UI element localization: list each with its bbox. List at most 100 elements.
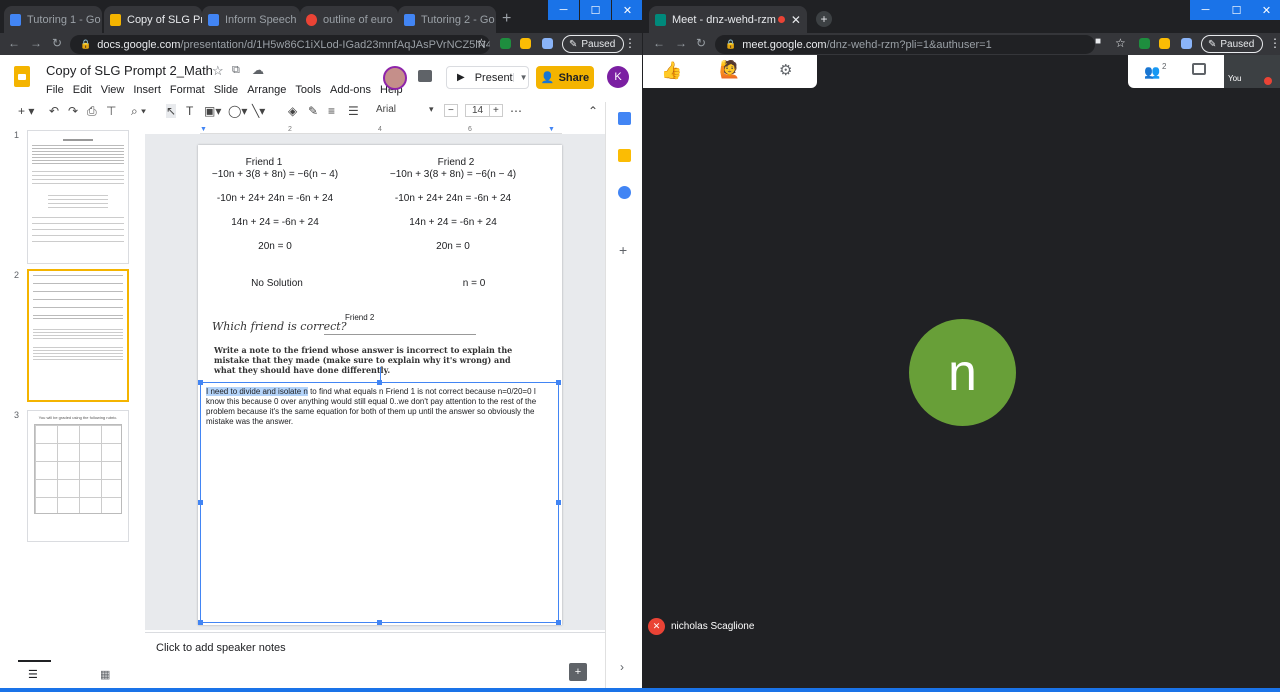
minimize-button[interactable]: ─ (548, 0, 579, 20)
raise-hand-icon[interactable]: 🙋 (719, 60, 740, 80)
select-icon[interactable]: ↖ (166, 104, 177, 118)
paused-button[interactable]: ✎ Paused (562, 35, 625, 53)
more-icon[interactable]: ⋯ (510, 104, 522, 118)
back-icon[interactable]: ← (8, 36, 20, 50)
puzzle-icon[interactable] (542, 38, 553, 49)
chevron-down-icon[interactable]: ▼ (512, 73, 528, 82)
menu-file[interactable]: File (46, 84, 64, 96)
font-size-decrease-button[interactable]: − (444, 104, 458, 117)
grid-view-icon[interactable]: ▦ (100, 668, 110, 681)
maximize-button[interactable]: ☐ (580, 0, 611, 20)
reload-icon[interactable]: ↻ (52, 36, 62, 50)
print-icon[interactable]: ⎙ (87, 104, 97, 119)
extension-icon[interactable] (1139, 38, 1150, 49)
slide-thumbnail-3[interactable]: You will be graded using the following r… (27, 410, 129, 542)
account-avatar[interactable]: K (607, 66, 629, 88)
font-size-field[interactable]: 14 (465, 104, 491, 117)
menu-addons[interactable]: Add-ons (330, 84, 371, 96)
present-button[interactable]: ▶ Present ▼ (446, 66, 529, 89)
chevron-right-icon[interactable]: › (620, 660, 624, 674)
explore-icon[interactable]: + (569, 663, 587, 681)
thumbs-up-icon[interactable]: 👍 (661, 61, 682, 81)
back-icon[interactable]: ← (653, 36, 665, 50)
image-icon[interactable]: ▣▾ (204, 104, 221, 118)
minimize-button[interactable]: ─ (1190, 0, 1221, 20)
self-view-tile[interactable]: You (1224, 55, 1280, 88)
calendar-icon[interactable] (618, 112, 631, 125)
border-color-icon[interactable]: ✎ (308, 104, 318, 118)
comments-icon[interactable] (418, 70, 432, 82)
tab-inform-speech[interactable]: Inform Speech✕ (202, 6, 300, 33)
keep-icon[interactable] (618, 149, 631, 162)
tab-tutoring-2[interactable]: Tutoring 2 - Go✕ (398, 6, 496, 33)
collaborator-avatar[interactable] (383, 66, 407, 90)
border-dash-icon[interactable]: ☰ (348, 104, 359, 118)
add-addon-icon[interactable]: + (619, 242, 627, 258)
new-slide-icon[interactable]: + ▾ (18, 104, 34, 118)
menu-slide[interactable]: Slide (214, 84, 238, 96)
chevron-down-icon[interactable]: ▾ (429, 104, 434, 115)
menu-insert[interactable]: Insert (133, 84, 161, 96)
camera-icon[interactable]: ■ (1095, 36, 1101, 47)
puzzle-icon[interactable] (1181, 38, 1192, 49)
slide-thumbnail-1[interactable] (27, 130, 129, 264)
extension-hand-icon[interactable] (1159, 38, 1170, 49)
tab-tutoring-1[interactable]: Tutoring 1 - Go✕ (4, 6, 102, 33)
menu-edit[interactable]: Edit (73, 84, 92, 96)
share-button[interactable]: 👤 Share (536, 66, 594, 89)
extension-icon[interactable] (500, 38, 511, 49)
paint-format-icon[interactable]: ⊤ (106, 104, 116, 118)
line-icon[interactable]: ╲▾ (252, 104, 265, 118)
paused-button[interactable]: ✎ Paused (1201, 35, 1264, 53)
menu-view[interactable]: View (101, 84, 125, 96)
kebab-menu-icon[interactable]: ⋮ (1269, 36, 1280, 50)
slide-thumbnail-2[interactable] (27, 269, 129, 402)
answer-text[interactable]: I need to divide and isolate n to find w… (206, 387, 554, 427)
tab-slides[interactable]: Copy of SLG Pr✕ (104, 6, 202, 33)
tab-outline[interactable]: outline of euro✕ (300, 6, 398, 33)
url-field[interactable]: 🔒 meet.google.com/dnz-wehd-rzm?pli=1&aut… (715, 35, 1095, 54)
reload-icon[interactable]: ↻ (696, 36, 706, 50)
fill-color-icon[interactable]: ◈ (288, 104, 297, 118)
tab-meet[interactable]: Meet - dnz-wehd-rzm ✕ (649, 6, 807, 33)
new-tab-button[interactable]: + (816, 11, 832, 27)
people-icon[interactable]: 👥 (1144, 64, 1160, 80)
answer-textbox[interactable]: I need to divide and isolate n to find w… (198, 367, 561, 625)
border-weight-icon[interactable]: ≡ (328, 104, 335, 118)
forward-icon[interactable]: → (30, 36, 42, 50)
menu-format[interactable]: Format (170, 84, 205, 96)
tasks-icon[interactable] (618, 186, 631, 199)
star-icon[interactable]: ☆ (212, 63, 224, 79)
right-indent-marker-icon[interactable]: ▼ (548, 126, 555, 133)
redo-icon[interactable]: ↷ (68, 104, 78, 118)
url-field[interactable]: 🔒 docs.google.com/presentation/d/1H5w86C… (70, 35, 490, 54)
menu-tools[interactable]: Tools (295, 84, 321, 96)
maximize-button[interactable]: ☐ (1221, 0, 1252, 20)
chevron-up-icon[interactable]: ⌃ (588, 104, 598, 118)
close-icon[interactable]: ✕ (101, 13, 102, 27)
close-icon[interactable]: ✕ (787, 13, 801, 27)
font-family-select[interactable]: Arial (376, 104, 396, 115)
undo-icon[interactable]: ↶ (49, 104, 59, 118)
kebab-menu-icon[interactable]: ⋮ (624, 36, 636, 50)
shape-icon[interactable]: ◯▾ (228, 104, 247, 118)
chat-icon[interactable] (1192, 63, 1206, 75)
extension-hand-icon[interactable] (520, 38, 531, 49)
move-folder-icon[interactable]: ⧉ (232, 64, 240, 77)
textbox-icon[interactable]: T (186, 104, 193, 118)
menu-arrange[interactable]: Arrange (247, 84, 286, 96)
slides-logo-icon[interactable] (14, 66, 30, 87)
close-window-button[interactable]: ✕ (612, 0, 642, 20)
rotate-handle[interactable] (380, 367, 381, 380)
indent-marker-icon[interactable]: ▼ (200, 126, 207, 133)
doc-title[interactable]: Copy of SLG Prompt 2_Math (46, 63, 213, 78)
forward-icon[interactable]: → (675, 36, 687, 50)
filmstrip-view-icon[interactable]: ☰ (28, 668, 38, 681)
gear-icon[interactable]: ⚙ (779, 61, 792, 79)
close-icon[interactable]: ✕ (495, 13, 496, 27)
close-window-button[interactable]: ✕ (1251, 0, 1280, 20)
star-icon[interactable]: ☆ (1115, 36, 1126, 50)
zoom-icon[interactable]: ⌕ ▾ (131, 104, 146, 119)
speaker-notes[interactable]: Click to add speaker notes + (145, 632, 605, 687)
star-icon[interactable]: ☆ (476, 36, 487, 50)
